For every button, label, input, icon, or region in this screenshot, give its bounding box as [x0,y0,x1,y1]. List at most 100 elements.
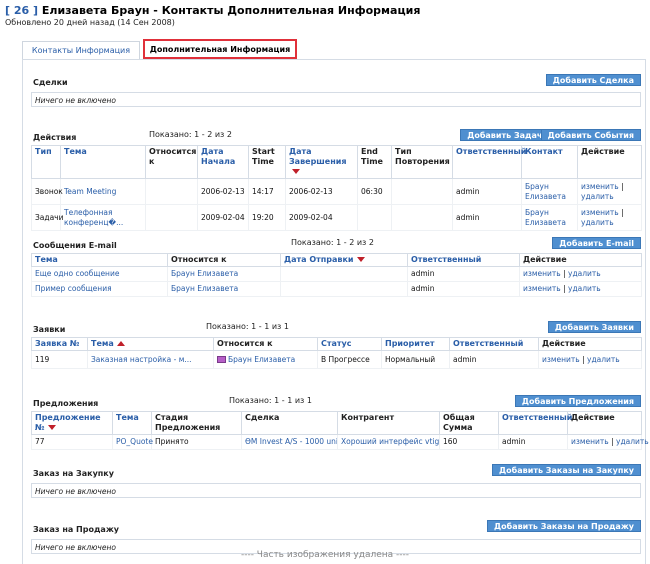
col-related: Относится к [213,337,318,351]
add-ticket-button[interactable]: Добавить Заявки [547,321,641,333]
page-header: [ 26 ] Елизавета Браун - Контакты Дополн… [5,4,420,28]
col-ticket-number[interactable]: Заявка № [31,337,88,351]
col-priority[interactable]: Приоритет [381,337,450,351]
col-end-time: End Time [357,145,392,179]
col-type[interactable]: Тип [31,145,61,179]
col-subject[interactable]: Тема [60,145,146,179]
col-owner[interactable]: Ответственный [498,411,572,435]
quotes-title: Предложения [33,399,99,408]
sort-desc-icon [356,257,365,262]
deals-section: Сделки Добавить Сделка Ничего не включен… [31,74,641,114]
edit-link[interactable]: изменить [581,182,619,191]
emails-table: Тема Относится к Дата Отправки Ответстве… [31,253,642,297]
col-related: Относится к [145,145,198,179]
email-subject-link[interactable]: Еще одно сообщение [35,269,119,278]
col-action: Действие [567,411,642,435]
tab-contact-info[interactable]: Контакты Информация [22,41,140,59]
edit-link[interactable]: изменить [523,269,561,278]
add-deal-button[interactable]: Добавить Сделка [545,74,641,86]
quotes-table: Предложение № Тема Стадия Предложения Сд… [31,411,649,450]
quotes-count: Показано: 1 - 1 из 1 [229,396,312,405]
emails-section: Сообщения E-mail Показано: 1 - 2 из 2 До… [31,237,642,301]
contact-link[interactable]: Браун Елизавета [525,182,566,201]
col-owner[interactable]: Ответственный [452,145,526,179]
edit-link[interactable]: изменить [581,208,619,217]
col-subject[interactable]: Тема [112,411,152,435]
ticket-subject-link[interactable]: Заказная настройка - м... [91,355,192,364]
col-subject[interactable]: Тема [87,337,214,351]
col-repeat: Тип Повторения [391,145,453,179]
activity-subject-link[interactable]: Телефонная конференц�... [64,208,123,227]
delete-link[interactable]: удалить [568,269,601,278]
delete-link[interactable]: удалить [568,284,601,293]
add-event-button[interactable]: Добавить События [540,129,641,141]
table-row: Звонок Team Meeting 2006-02-13 14:17 200… [31,178,642,205]
col-action: Действие [538,337,642,351]
add-sales-order-button[interactable]: Добавить Заказы на Продажу [487,520,641,532]
col-related: Относится к [167,253,281,267]
col-start-date[interactable]: Дата Начала [197,145,249,179]
sort-asc-icon [116,341,125,346]
delete-link[interactable]: удалить [587,355,620,364]
delete-link[interactable]: удалить [581,192,614,201]
tickets-section: Заявки Показано: 1 - 1 из 1 Добавить Зая… [31,321,642,377]
table-row: 77 PO_Quote Принято ӨM Invest A/S - 1000… [31,434,649,450]
col-end-date[interactable]: Дата Завершения [285,145,358,179]
related-link[interactable]: Браун Елизавета [228,355,295,364]
col-action: Действие [519,253,642,267]
sort-desc-icon [47,425,56,430]
related-link[interactable]: Браун Елизавета [171,269,238,278]
updated-info: Обновлено 20 дней назад (14 Сен 2008) [5,18,175,27]
col-deal: Сделка [241,411,338,435]
activities-header: Тип Тема Относится к Дата Начала Start T… [31,145,642,179]
account-link[interactable]: Хороший интерфейс vtiger [341,437,439,446]
tickets-title: Заявки [33,325,66,334]
activity-subject-link[interactable]: Team Meeting [64,187,116,196]
col-status[interactable]: Статус [317,337,382,351]
emails-title: Сообщения E-mail [33,241,117,250]
quotes-section: Предложения Показано: 1 - 1 из 1 Добавит… [31,395,649,450]
purchase-orders-empty: Ничего не включено [31,483,641,498]
quote-subject-link[interactable]: PO_Quote [116,437,153,446]
tickets-table: Заявка № Тема Относится к Статус Приорит… [31,337,642,369]
related-link[interactable]: Браун Елизавета [171,284,238,293]
sort-desc-icon [292,169,300,174]
deal-link[interactable]: ӨM Invest A/S - 1000 units [245,437,337,446]
col-sent-date[interactable]: Дата Отправки [280,253,408,267]
deals-title: Сделки [33,78,68,87]
edit-link[interactable]: изменить [542,355,580,364]
table-row: Еще одно сообщение Браун Елизавета admin… [31,266,642,282]
purchase-orders-title: Заказ на Закупку [33,469,114,478]
col-quote-number[interactable]: Предложение № [31,411,113,435]
quotes-header: Предложение № Тема Стадия Предложения Сд… [31,411,642,435]
add-quote-button[interactable]: Добавить Предложения [514,395,641,407]
table-row: Пример сообщения Браун Елизавета admin и… [31,281,642,297]
col-total: Общая Сумма [439,411,499,435]
deals-empty: Ничего не включено [31,92,641,107]
edit-link[interactable]: изменить [571,437,609,446]
table-row: 119 Заказная настройка - м... Браун Елиз… [31,350,642,369]
contact-card-icon [217,356,226,363]
sales-orders-title: Заказ на Продажу [33,525,120,534]
email-subject-link[interactable]: Пример сообщения [35,284,112,293]
col-stage: Стадия Предложения [151,411,242,435]
col-account: Контрагент [337,411,440,435]
activities-count: Показано: 1 - 2 из 2 [149,130,232,139]
page-title: [ 26 ] Елизавета Браун - Контакты Дополн… [5,4,420,17]
edit-link[interactable]: изменить [523,284,561,293]
activities-table: Тип Тема Относится к Дата Начала Start T… [31,145,642,231]
add-email-button[interactable]: Добавить E-mail [552,237,641,249]
col-owner[interactable]: Ответственный [449,337,539,351]
col-subject[interactable]: Тема [31,253,168,267]
col-action: Действие [577,145,642,179]
tab-additional-info[interactable]: Дополнительная Информация [143,39,297,59]
delete-link[interactable]: удалить [616,437,649,446]
delete-link[interactable]: удалить [581,218,614,227]
add-purchase-order-button[interactable]: Добавить Заказы на Закупку [492,464,641,476]
col-owner[interactable]: Ответственный [407,253,520,267]
contact-link[interactable]: Браун Елизавета [525,208,566,227]
record-id: [ 26 ] [5,4,39,17]
content-panel: Сделки Добавить Сделка Ничего не включен… [22,59,649,564]
col-contact[interactable]: Контакт [521,145,578,179]
activities-section: Действия Показано: 1 - 2 из 2 Добавить З… [31,129,642,231]
